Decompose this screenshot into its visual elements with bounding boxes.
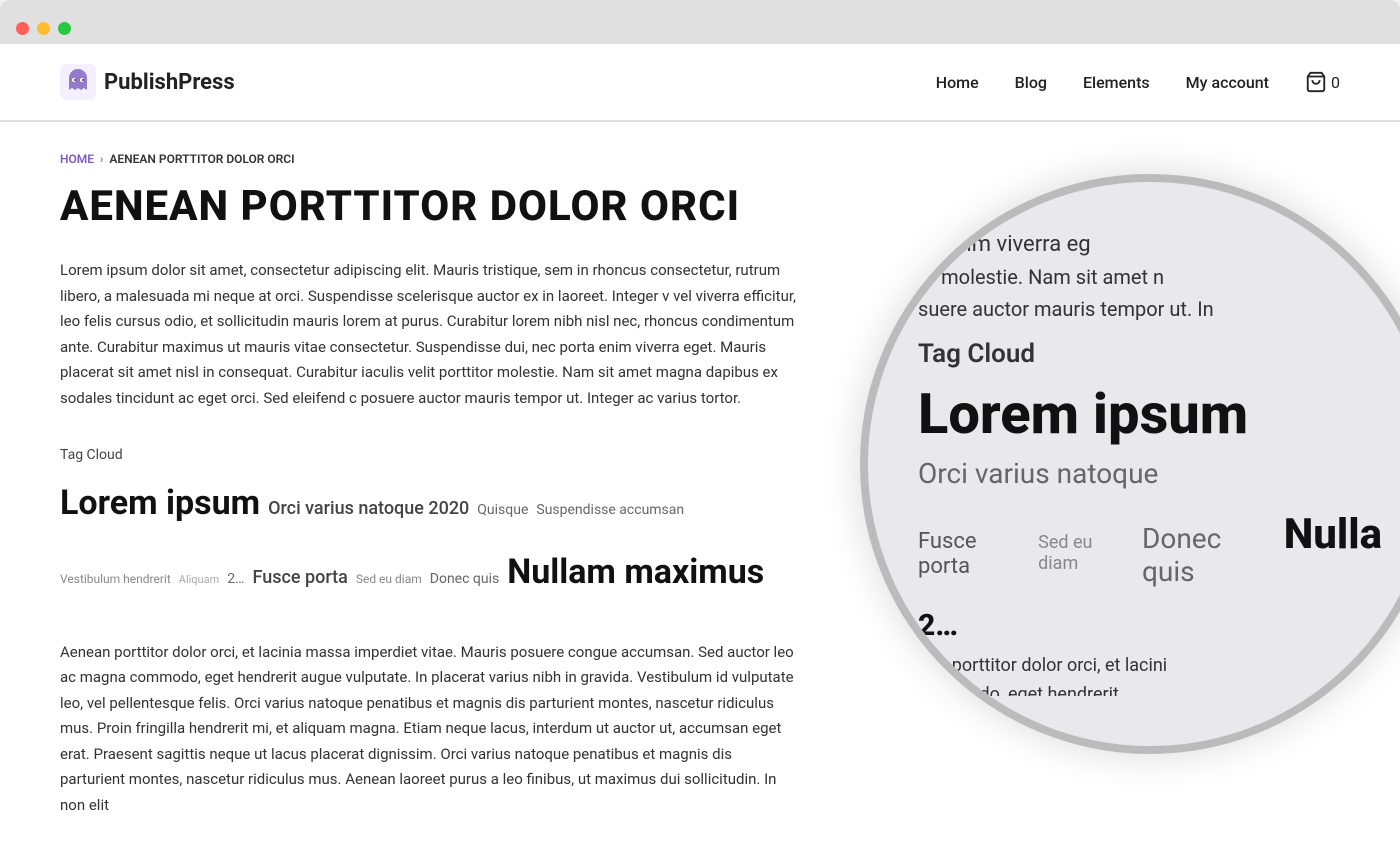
mag-tag-orci: Orci varius natoque [918, 457, 1158, 490]
page-title: AENEAN PORTTITOR DOLOR ORCI [60, 184, 800, 230]
tag-donec[interactable]: Donec quis [430, 567, 499, 592]
tag-cloud-label: Tag Cloud [60, 447, 800, 463]
mag-tag-words: Lorem ipsum Orci varius natoque [918, 381, 1382, 490]
breadcrumb-home[interactable]: HOME [60, 152, 94, 166]
tag-orci[interactable]: Orci varius natoque 2020 [268, 493, 469, 525]
window-chrome [0, 0, 1400, 44]
mag-number-row: 2… [918, 608, 1382, 643]
mag-text-1: ta enim viverra eg [918, 232, 1382, 257]
logo[interactable]: PublishPress [60, 64, 235, 100]
tag-suspendisse[interactable]: Suspendisse accumsan [536, 498, 684, 523]
main-paragraph: Lorem ipsum dolor sit amet, consectetur … [60, 258, 800, 411]
magnifier-overlay: ta enim viverra eg or molestie. Nam sit … [860, 174, 1400, 754]
tag-cloud-words: Lorem ipsum Orci varius natoque 2020 Qui… [60, 473, 800, 603]
main-nav: Home Blog Elements My account 0 [936, 71, 1340, 93]
mag-tag-lorem: Lorem ipsum [918, 381, 1248, 447]
breadcrumb-arrow: › [100, 153, 103, 166]
nav-home[interactable]: Home [936, 73, 979, 92]
mag-second-row: Fusce porta Sed eu diam Donec quis Nulla [918, 510, 1382, 588]
cart-area[interactable]: 0 [1305, 71, 1340, 93]
tag-sed[interactable]: Sed eu diam [356, 569, 422, 591]
cart-count: 0 [1331, 73, 1340, 92]
tag-fusce[interactable]: Fusce porta [252, 562, 347, 594]
logo-icon [60, 64, 96, 100]
nav-my-account[interactable]: My account [1186, 73, 1269, 92]
tag-vestibulum[interactable]: Vestibulum hendrerit [60, 569, 171, 591]
mag-nulla: Nulla [1284, 510, 1382, 559]
breadcrumb-current: AENEAN PORTTITOR DOLOR ORCI [109, 152, 294, 166]
mag-long-2: commodo, eget hendrerit [918, 684, 1382, 696]
close-button[interactable] [16, 22, 29, 35]
minimize-button[interactable] [37, 22, 50, 35]
tag-quisque[interactable]: Quisque [477, 498, 528, 523]
maximize-button[interactable] [58, 22, 71, 35]
logo-text: PublishPress [104, 70, 235, 95]
tag-nullam[interactable]: Nullam maximus [507, 542, 764, 603]
tag-lorem-ipsum[interactable]: Lorem ipsum [60, 473, 260, 534]
cart-icon [1305, 71, 1327, 93]
nav-blog[interactable]: Blog [1015, 73, 1047, 92]
mag-tag-label: Tag Cloud [918, 339, 1382, 369]
mag-long-1: ean porttitor dolor orci, et lacini [918, 655, 1382, 676]
tag-cloud-section: Tag Cloud Lorem ipsum Orci varius natoqu… [60, 447, 800, 603]
breadcrumb: HOME › AENEAN PORTTITOR DOLOR ORCI [60, 152, 800, 166]
tag-2[interactable]: 2… [227, 567, 244, 592]
tag-aliquam[interactable]: Aliquam [179, 570, 219, 590]
site-header: PublishPress Home Blog Elements My accou… [0, 44, 1400, 121]
mag-sed: Sed eu diam [1038, 532, 1132, 574]
mag-text-2: or molestie. Nam sit amet n [918, 265, 1382, 289]
mag-text-3: suere auctor mauris tempor ut. In [918, 297, 1382, 321]
browser-content: PublishPress Home Blog Elements My accou… [0, 44, 1400, 868]
mag-fusce: Fusce porta [918, 529, 1028, 579]
second-paragraph: Aenean porttitor dolor orci, et lacinia … [60, 640, 800, 819]
nav-elements[interactable]: Elements [1083, 73, 1150, 92]
page-content: HOME › AENEAN PORTTITOR DOLOR ORCI AENEA… [0, 122, 860, 868]
mag-donec: Donec quis [1142, 522, 1274, 588]
mag-num: 2… [918, 608, 958, 643]
